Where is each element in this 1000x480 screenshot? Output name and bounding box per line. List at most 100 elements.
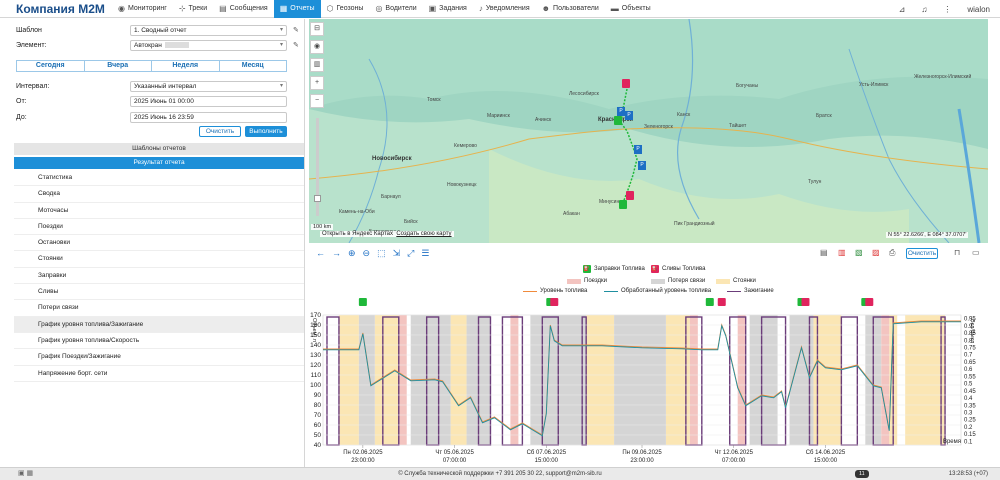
map-label: Камень-на-Оби — [339, 209, 375, 215]
report-item-trips[interactable]: Поездки — [14, 219, 304, 236]
report-item-summary[interactable]: Сводка — [14, 186, 304, 203]
list-icon[interactable]: ☰ — [421, 248, 429, 259]
support-info: © Служба технической поддержки +7 391 20… — [398, 471, 602, 477]
map-label: Железногорск-Илимский — [914, 74, 972, 80]
refuel-icon: ⛽ — [583, 265, 591, 273]
username[interactable]: wialon — [967, 5, 990, 14]
tab-reports[interactable]: ▦ Отчеты — [273, 0, 321, 18]
parking-marker[interactable]: P — [638, 161, 646, 170]
drain-marker[interactable] — [626, 191, 634, 200]
yandex-maps-link[interactable]: Открыть в Яндекс Картах Создать свою кар… — [320, 231, 454, 237]
file-icon[interactable]: ▨ — [872, 248, 880, 257]
report-item-fuel-ignition-chart[interactable]: График уровня топлива/Зажигание — [14, 316, 304, 333]
zoom-out-icon[interactable]: − — [310, 94, 324, 108]
grid-icon[interactable]: ▣ ▦ — [18, 468, 33, 480]
bell-alert-icon[interactable]: ♫ — [921, 5, 927, 14]
select-zoom-icon[interactable]: ⬚ — [377, 248, 386, 259]
map-view[interactable]: Томск Новосибирск Кемерово Новокузнецк К… — [309, 19, 988, 243]
period-today[interactable]: Сегодня — [17, 61, 85, 71]
wrench-icon[interactable]: ✎ — [293, 26, 299, 34]
panel-icon[interactable]: ▭ — [972, 248, 980, 257]
arrow-right-icon[interactable]: → — [332, 248, 341, 258]
x-tick-date: Пн 09.06.2025 — [622, 450, 662, 456]
parking-marker[interactable]: P — [634, 145, 642, 154]
to-field[interactable]: 2025 Июнь 16 23:59 — [130, 112, 287, 123]
parking-marker[interactable]: P — [617, 107, 625, 116]
zoom-in-icon[interactable]: ⊕ — [348, 248, 356, 259]
ignition-line — [727, 290, 741, 292]
drain-marker[interactable] — [622, 79, 630, 88]
reports-icon: ▦ — [279, 4, 288, 13]
report-item-statistics[interactable]: Статистика — [14, 170, 304, 187]
menu-icon[interactable]: ⋮ — [943, 5, 951, 14]
map-label: Абакан — [563, 211, 580, 217]
y2-tick-label: 0.35 — [964, 403, 976, 409]
report-item-parkings[interactable]: Стоянки — [14, 251, 304, 268]
report-result-header[interactable]: Результат отчета — [14, 157, 304, 169]
report-templates-header[interactable]: Шаблоны отчетов — [14, 143, 304, 155]
run-report-button[interactable]: Выполнить — [245, 126, 287, 137]
x-tick-time: 07:00:00 — [443, 458, 467, 464]
zoom-in-icon[interactable]: + — [310, 76, 324, 90]
zoom-slider-handle[interactable] — [314, 195, 321, 202]
y2-tick-label: 0.4 — [964, 396, 973, 402]
tab-messages[interactable]: ▤ Сообщения — [213, 0, 274, 18]
refuel-marker[interactable] — [614, 116, 622, 125]
book-icon[interactable]: ⊓ — [954, 248, 960, 257]
report-item-fuel-speed-chart[interactable]: График уровня топлива/Скорость — [14, 333, 304, 350]
fuel-level-line — [523, 290, 537, 292]
eye-icon[interactable]: ◉ — [310, 40, 324, 54]
report-item-stops[interactable]: Остановки — [14, 235, 304, 252]
tab-units[interactable]: ▬ Объекты — [605, 0, 657, 18]
tab-users[interactable]: ☻ Пользователи — [536, 0, 605, 18]
print-icon[interactable]: ⎙ — [889, 248, 895, 258]
tab-tracks[interactable]: ⊹ Треки — [173, 0, 213, 18]
pdf-icon[interactable]: ▥ — [838, 248, 846, 257]
fuel-ignition-chart[interactable]: 4050607080901001101201301401501601700.10… — [309, 295, 997, 467]
period-week[interactable]: Неделя — [152, 61, 220, 71]
tab-tasks[interactable]: ▣ Задания — [423, 0, 473, 18]
report-item-engine-hours[interactable]: Моточасы — [14, 203, 304, 219]
excel-icon[interactable]: ▧ — [855, 248, 863, 257]
report-item-voltage-chart[interactable]: Напряжение борт. сети — [14, 366, 304, 382]
report-item-refuels[interactable]: Заправки — [14, 268, 304, 285]
map-label: Новосибирск — [372, 156, 412, 162]
chart-icon[interactable]: ⊿ — [899, 5, 906, 14]
fit-icon[interactable]: ⤢ — [407, 248, 414, 259]
from-field[interactable]: 2025 Июнь 01 00:00 — [130, 96, 287, 107]
no-signal-band — [749, 315, 778, 445]
wrench-icon[interactable]: ✎ — [293, 41, 299, 49]
report-item-drains[interactable]: Сливы — [14, 284, 304, 301]
refuel-marker[interactable] — [619, 200, 627, 209]
top-bar: Компания М2М ◉ Мониторинг ⊹ Треки ▤ Сообщен… — [0, 0, 1000, 18]
template-select[interactable]: 1. Сводный отчет ▾ — [130, 25, 287, 36]
interval-select[interactable]: Указанный интервал ▾ — [130, 81, 287, 92]
tab-monitoring[interactable]: ◉ Мониторинг — [112, 0, 173, 18]
legend-ignition: Зажигание — [727, 288, 774, 294]
create-map-link[interactable]: Создать свою карту — [396, 231, 451, 237]
report-item-trips-ignition-chart[interactable]: График Поездки/Зажигание — [14, 349, 304, 366]
y2-tick-label: 0.1 — [964, 439, 973, 445]
chart-toolbar: ← → ⊕ ⊖ ⬚ ⇲ ⤢ ☰ — [309, 245, 988, 261]
period-yesterday[interactable]: Вчера — [85, 61, 152, 71]
track-icon: ⊹ — [178, 4, 186, 13]
select-range-icon[interactable]: ⇲ — [393, 248, 401, 259]
map-label: Братск — [816, 113, 832, 119]
tab-drivers[interactable]: ◎ Водители — [369, 0, 422, 18]
tab-geofences[interactable]: ⬡ Геозоны — [321, 0, 370, 18]
tab-notifications[interactable]: ♪ Уведомления — [473, 0, 536, 18]
legend-parkings: Стоянки — [716, 278, 756, 284]
ruler-icon[interactable]: ▥ — [310, 58, 324, 72]
chart-clear-button[interactable]: Очистить — [906, 248, 938, 259]
zoom-out-icon[interactable]: ⊖ — [363, 248, 371, 259]
parking-marker[interactable]: P — [625, 111, 633, 120]
arrow-left-icon[interactable]: ← — [316, 248, 325, 258]
period-month[interactable]: Месяц — [220, 61, 287, 71]
unit-count-badge[interactable]: 11 — [855, 470, 869, 478]
element-select[interactable]: Автокран ▾ — [130, 40, 287, 51]
clear-button[interactable]: Очистить — [199, 126, 241, 137]
layers-icon[interactable]: ⊟ — [310, 22, 324, 36]
map-label: Новокузнецк — [447, 182, 477, 188]
print-preview-icon[interactable]: ▤ — [820, 248, 828, 257]
report-item-connection-loss[interactable]: Потери связи — [14, 300, 304, 317]
